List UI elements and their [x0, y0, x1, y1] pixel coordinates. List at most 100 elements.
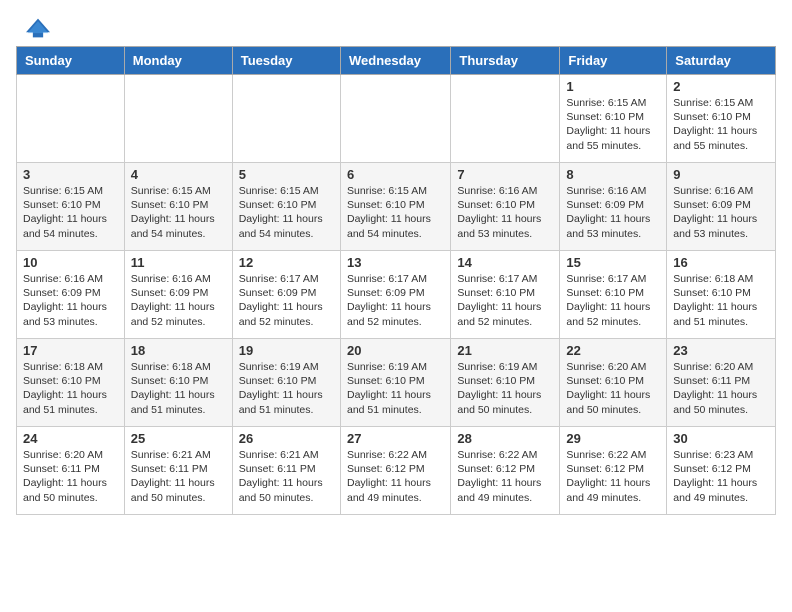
calendar-cell: 9 Sunrise: 6:16 AM Sunset: 6:09 PM Daylig… — [667, 163, 776, 251]
calendar-cell: 20 Sunrise: 6:19 AM Sunset: 6:10 PM Dayli… — [340, 339, 450, 427]
calendar-cell: 2 Sunrise: 6:15 AM Sunset: 6:10 PM Daylig… — [667, 75, 776, 163]
calendar-cell: 22 Sunrise: 6:20 AM Sunset: 6:10 PM Dayli… — [560, 339, 667, 427]
calendar-cell: 16 Sunrise: 6:18 AM Sunset: 6:10 PM Dayli… — [667, 251, 776, 339]
day-number: 27 — [347, 431, 444, 446]
day-number: 7 — [457, 167, 553, 182]
day-info: Sunrise: 6:16 AM Sunset: 6:10 PM Dayligh… — [457, 184, 553, 241]
calendar-cell — [17, 75, 125, 163]
logo — [24, 18, 50, 38]
day-number: 12 — [239, 255, 334, 270]
day-number: 11 — [131, 255, 226, 270]
day-info: Sunrise: 6:16 AM Sunset: 6:09 PM Dayligh… — [673, 184, 769, 241]
day-number: 5 — [239, 167, 334, 182]
calendar-table: SundayMondayTuesdayWednesdayThursdayFrid… — [16, 46, 776, 515]
calendar-cell: 4Sunrise: 6:15 AM Sunset: 6:10 PM Daylig… — [124, 163, 232, 251]
calendar-cell: 30Sunrise: 6:23 AM Sunset: 6:12 PM Dayli… — [667, 427, 776, 515]
day-info: Sunrise: 6:22 AM Sunset: 6:12 PM Dayligh… — [566, 448, 660, 505]
day-number: 18 — [131, 343, 226, 358]
day-number: 2 — [673, 79, 769, 94]
day-number: 28 — [457, 431, 553, 446]
day-number: 1 — [566, 79, 660, 94]
weekday-header: Monday — [124, 47, 232, 75]
calendar-cell: 12 Sunrise: 6:17 AM Sunset: 6:09 PM Dayli… — [232, 251, 340, 339]
day-info: Sunrise: 6:18 AM Sunset: 6:10 PM Dayligh… — [673, 272, 769, 329]
day-number: 3 — [23, 167, 118, 182]
calendar-cell: 13 Sunrise: 6:17 AM Sunset: 6:09 PM Dayli… — [340, 251, 450, 339]
day-info: Sunrise: 6:15 AM Sunset: 6:10 PM Dayligh… — [131, 184, 226, 241]
day-info: Sunrise: 6:21 AM Sunset: 6:11 PM Dayligh… — [239, 448, 334, 505]
calendar-cell — [232, 75, 340, 163]
day-info: Sunrise: 6:15 AM Sunset: 6:10 PM Dayligh… — [23, 184, 118, 241]
day-number: 20 — [347, 343, 444, 358]
day-info: Sunrise: 6:20 AM Sunset: 6:11 PM Dayligh… — [673, 360, 769, 417]
calendar-cell: 24 Sunrise: 6:20 AM Sunset: 6:11 PM Dayli… — [17, 427, 125, 515]
day-number: 14 — [457, 255, 553, 270]
calendar-cell: 25Sunrise: 6:21 AM Sunset: 6:11 PM Dayli… — [124, 427, 232, 515]
day-info: Sunrise: 6:17 AM Sunset: 6:09 PM Dayligh… — [239, 272, 334, 329]
day-info: Sunrise: 6:19 AM Sunset: 6:10 PM Dayligh… — [347, 360, 444, 417]
day-info: Sunrise: 6:17 AM Sunset: 6:10 PM Dayligh… — [566, 272, 660, 329]
calendar-cell: 17 Sunrise: 6:18 AM Sunset: 6:10 PM Dayli… — [17, 339, 125, 427]
day-info: Sunrise: 6:22 AM Sunset: 6:12 PM Dayligh… — [457, 448, 553, 505]
day-number: 24 — [23, 431, 118, 446]
calendar-cell: 28 Sunrise: 6:22 AM Sunset: 6:12 PM Dayli… — [451, 427, 560, 515]
day-info: Sunrise: 6:17 AM Sunset: 6:09 PM Dayligh… — [347, 272, 444, 329]
calendar-cell — [340, 75, 450, 163]
day-info: Sunrise: 6:16 AM Sunset: 6:09 PM Dayligh… — [23, 272, 118, 329]
day-info: Sunrise: 6:19 AM Sunset: 6:10 PM Dayligh… — [239, 360, 334, 417]
day-number: 15 — [566, 255, 660, 270]
day-info: Sunrise: 6:15 AM Sunset: 6:10 PM Dayligh… — [239, 184, 334, 241]
day-number: 10 — [23, 255, 118, 270]
day-number: 6 — [347, 167, 444, 182]
day-info: Sunrise: 6:16 AM Sunset: 6:09 PM Dayligh… — [131, 272, 226, 329]
calendar-cell: 7 Sunrise: 6:16 AM Sunset: 6:10 PM Daylig… — [451, 163, 560, 251]
weekday-header: Sunday — [17, 47, 125, 75]
day-info: Sunrise: 6:15 AM Sunset: 6:10 PM Dayligh… — [566, 96, 660, 153]
page-header — [0, 0, 792, 46]
day-info: Sunrise: 6:15 AM Sunset: 6:10 PM Dayligh… — [347, 184, 444, 241]
day-info: Sunrise: 6:15 AM Sunset: 6:10 PM Dayligh… — [673, 96, 769, 153]
day-number: 26 — [239, 431, 334, 446]
calendar-cell: 14 Sunrise: 6:17 AM Sunset: 6:10 PM Dayli… — [451, 251, 560, 339]
calendar-cell: 27 Sunrise: 6:22 AM Sunset: 6:12 PM Dayli… — [340, 427, 450, 515]
calendar-cell: 5 Sunrise: 6:15 AM Sunset: 6:10 PM Daylig… — [232, 163, 340, 251]
day-info: Sunrise: 6:20 AM Sunset: 6:10 PM Dayligh… — [566, 360, 660, 417]
calendar-cell — [124, 75, 232, 163]
day-number: 17 — [23, 343, 118, 358]
day-info: Sunrise: 6:20 AM Sunset: 6:11 PM Dayligh… — [23, 448, 118, 505]
calendar-cell — [451, 75, 560, 163]
calendar-cell: 6 Sunrise: 6:15 AM Sunset: 6:10 PM Daylig… — [340, 163, 450, 251]
calendar-cell: 19 Sunrise: 6:19 AM Sunset: 6:10 PM Dayli… — [232, 339, 340, 427]
weekday-header: Tuesday — [232, 47, 340, 75]
day-info: Sunrise: 6:16 AM Sunset: 6:09 PM Dayligh… — [566, 184, 660, 241]
weekday-header: Saturday — [667, 47, 776, 75]
day-info: Sunrise: 6:23 AM Sunset: 6:12 PM Dayligh… — [673, 448, 769, 505]
day-number: 19 — [239, 343, 334, 358]
calendar-cell: 26 Sunrise: 6:21 AM Sunset: 6:11 PM Dayli… — [232, 427, 340, 515]
day-number: 21 — [457, 343, 553, 358]
day-info: Sunrise: 6:17 AM Sunset: 6:10 PM Dayligh… — [457, 272, 553, 329]
calendar-cell: 8 Sunrise: 6:16 AM Sunset: 6:09 PM Daylig… — [560, 163, 667, 251]
day-number: 16 — [673, 255, 769, 270]
day-info: Sunrise: 6:18 AM Sunset: 6:10 PM Dayligh… — [23, 360, 118, 417]
day-number: 29 — [566, 431, 660, 446]
day-info: Sunrise: 6:18 AM Sunset: 6:10 PM Dayligh… — [131, 360, 226, 417]
calendar-cell: 21 Sunrise: 6:19 AM Sunset: 6:10 PM Dayli… — [451, 339, 560, 427]
calendar-cell: 3 Sunrise: 6:15 AM Sunset: 6:10 PM Daylig… — [17, 163, 125, 251]
weekday-header: Thursday — [451, 47, 560, 75]
calendar-cell: 18 Sunrise: 6:18 AM Sunset: 6:10 PM Dayli… — [124, 339, 232, 427]
day-number: 13 — [347, 255, 444, 270]
day-number: 8 — [566, 167, 660, 182]
calendar-cell: 11 Sunrise: 6:16 AM Sunset: 6:09 PM Dayli… — [124, 251, 232, 339]
weekday-header: Wednesday — [340, 47, 450, 75]
weekday-header: Friday — [560, 47, 667, 75]
day-number: 22 — [566, 343, 660, 358]
calendar-cell: 23 Sunrise: 6:20 AM Sunset: 6:11 PM Dayli… — [667, 339, 776, 427]
day-number: 9 — [673, 167, 769, 182]
day-info: Sunrise: 6:22 AM Sunset: 6:12 PM Dayligh… — [347, 448, 444, 505]
day-info: Sunrise: 6:19 AM Sunset: 6:10 PM Dayligh… — [457, 360, 553, 417]
calendar-cell: 15 Sunrise: 6:17 AM Sunset: 6:10 PM Dayli… — [560, 251, 667, 339]
day-number: 23 — [673, 343, 769, 358]
day-number: 25 — [131, 431, 226, 446]
calendar-cell: 29 Sunrise: 6:22 AM Sunset: 6:12 PM Dayli… — [560, 427, 667, 515]
